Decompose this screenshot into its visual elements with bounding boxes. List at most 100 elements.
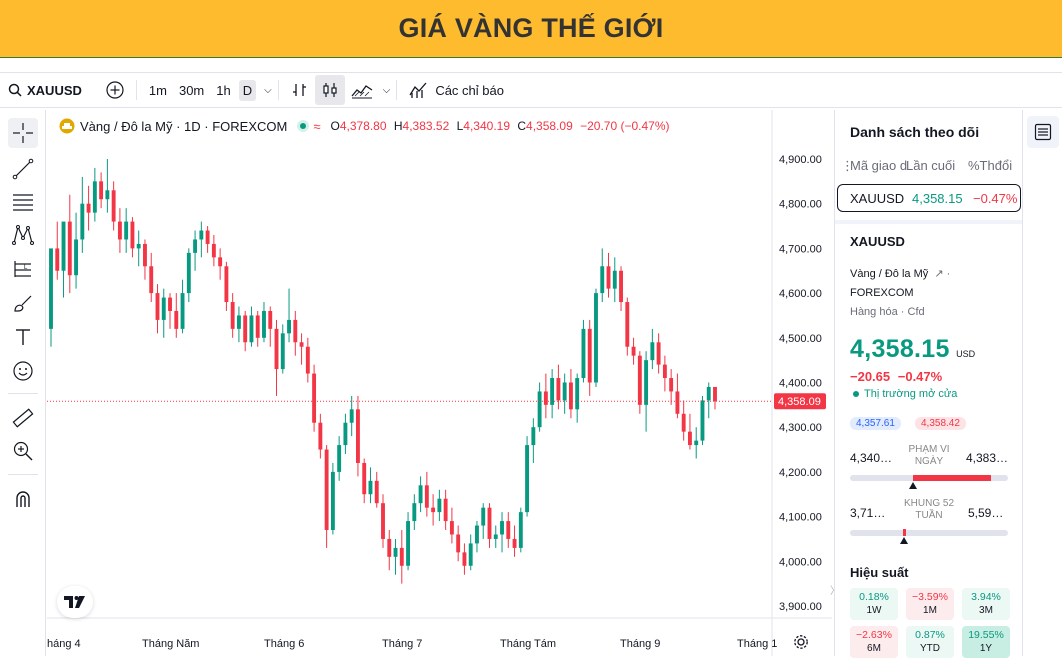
candle-body	[681, 413, 686, 432]
fib-retracement-icon	[13, 194, 33, 211]
candle-body	[249, 315, 254, 343]
details-type: Cfd	[907, 306, 925, 318]
time-tick-label: Tháng Tám	[500, 638, 556, 650]
indicators-label: Các chỉ báo	[435, 82, 504, 98]
watchlist-toggle[interactable]	[1027, 116, 1059, 148]
ask-badge: 4,358.42	[915, 417, 966, 430]
panel-collapse-handle[interactable]: 〉	[830, 582, 840, 597]
toolbar-divider	[396, 80, 398, 100]
watchlist-row[interactable]: XAUUSD 4,358.15 −0.47%	[837, 184, 1021, 212]
candle-body	[637, 355, 642, 405]
zoom-tool[interactable]	[8, 436, 38, 466]
chart-type-dropdown-icon[interactable]: ⌵	[383, 85, 391, 96]
tradingview-logo[interactable]	[57, 586, 93, 618]
candle-body	[406, 521, 410, 566]
prediction-tool[interactable]: L	[8, 254, 38, 284]
price-tick-label: 4,700.00	[779, 243, 822, 255]
wk52-range-label: KHUNG 52 TUẦN	[895, 498, 963, 522]
wave-icon: ≈	[313, 118, 321, 134]
candle-body	[399, 547, 404, 566]
external-link-icon[interactable]: ↗	[934, 268, 943, 280]
search-icon	[8, 83, 22, 97]
candle-body	[387, 538, 392, 557]
candles-style-button[interactable]	[314, 75, 345, 105]
candle-body	[124, 221, 129, 240]
area-style-button[interactable]	[345, 73, 379, 107]
text-tool[interactable]	[8, 322, 38, 352]
interval-30m[interactable]: 30m	[175, 80, 208, 101]
compare-button[interactable]	[100, 73, 130, 107]
change-value: −20.70 (−0.47%)	[580, 119, 670, 133]
column-change[interactable]: %Thđổi	[968, 158, 1012, 173]
measure-tool[interactable]	[8, 403, 38, 433]
bar-style-button[interactable]	[285, 73, 315, 107]
candle-body	[230, 302, 235, 329]
trend-line-tool[interactable]	[8, 154, 38, 184]
ohlc-values: O4,378.80 H4,383.52 L4,340.19 C4,358.09 …	[330, 119, 669, 133]
candle-body	[80, 203, 85, 240]
settings-gear-button[interactable]	[793, 634, 809, 650]
toolbar-divider	[8, 474, 38, 475]
wk52-label-line2: TUẦN	[915, 510, 943, 521]
candle-body	[99, 181, 104, 200]
crosshair-tool[interactable]	[8, 118, 38, 148]
interval-1h[interactable]: 1h	[212, 80, 234, 101]
panel-divider	[835, 220, 1023, 224]
candle-body	[381, 503, 385, 539]
day-range-fill	[913, 475, 991, 481]
fib-tool[interactable]	[8, 187, 38, 217]
column-last[interactable]: Lần cuối	[906, 158, 955, 173]
long-position-icon: L	[14, 261, 31, 277]
price-tick-label: 4,200.00	[779, 467, 822, 479]
details-description-row: Vàng / Đô la Mỹ ↗ ·	[850, 267, 950, 280]
price-tick-label: 4,300.00	[779, 422, 822, 434]
column-symbol[interactable]: Mã giao d	[850, 158, 907, 173]
candle-body	[631, 346, 636, 356]
candle-body	[161, 297, 166, 320]
interval-d[interactable]: D	[238, 79, 257, 101]
magnet-tool[interactable]	[8, 484, 38, 514]
price-tick-label: 4,900.00	[779, 154, 822, 166]
interval-1m[interactable]: 1m	[145, 80, 171, 101]
performance-label: 6M	[867, 643, 881, 654]
candle-body	[186, 252, 191, 294]
drawing-toolbar: L	[0, 110, 46, 656]
candle-body	[537, 391, 542, 428]
day-range-bar	[850, 475, 1008, 489]
candle-body	[475, 525, 479, 544]
candle-body	[688, 431, 692, 446]
banner-title: GIÁ VÀNG THẾ GIỚI	[398, 13, 664, 43]
candle-body	[55, 248, 60, 271]
row-last: 4,358.15	[912, 191, 963, 206]
candle-body	[606, 266, 611, 289]
dot-separator: ·	[946, 268, 951, 280]
toolbar-divider	[135, 80, 137, 100]
price-tick-label: 4,100.00	[779, 512, 822, 524]
emoji-tool[interactable]	[8, 356, 38, 386]
performance-cell: −2.63% 6M	[850, 626, 898, 658]
symbol-search[interactable]: XAUUSD	[0, 73, 88, 107]
candle-body	[424, 485, 429, 508]
interval-dropdown-icon[interactable]: ⌵	[264, 85, 272, 96]
text-icon	[16, 329, 30, 345]
performance-value: 3.94%	[971, 591, 1001, 603]
chart-pane[interactable]: 4,900.00 4,800.00 4,700.00 4,600.00 4,500.00…	[47, 110, 832, 656]
candle-body	[180, 293, 185, 329]
candle-body	[268, 310, 273, 329]
brush-tool[interactable]	[8, 288, 38, 318]
price-chart[interactable]: 4,900.00 4,800.00 4,700.00 4,600.00 4,500.00…	[47, 110, 832, 656]
brush-icon	[14, 295, 32, 312]
details-description: Vàng / Đô la Mỹ	[850, 268, 929, 280]
candle-body	[706, 386, 711, 401]
details-price-row: 4,358.15 USD	[850, 335, 975, 364]
wk52-range-tick	[902, 529, 906, 536]
time-tick-label: Tháng Năm	[142, 638, 199, 650]
details-change-row: −20.65 −0.47%	[850, 369, 942, 384]
pattern-tool[interactable]	[8, 220, 38, 250]
indicators-button[interactable]: Các chỉ báo	[403, 73, 510, 107]
performance-label: 1W	[866, 605, 882, 616]
candle-body	[487, 507, 492, 539]
price-tick-label: 4,400.00	[779, 378, 822, 390]
details-exchange: FOREXCOM	[850, 287, 914, 299]
candle-body	[236, 315, 241, 329]
